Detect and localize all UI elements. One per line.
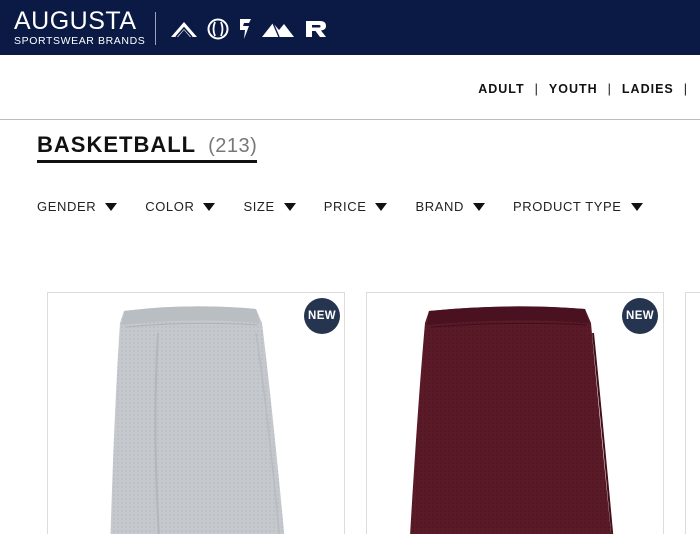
pennant-icon[interactable] [261,20,295,38]
filter-product-type[interactable]: PRODUCT TYPE [513,199,643,214]
logo-main-text: AUGUSTA [14,7,137,35]
holloway-icon[interactable] [207,18,229,40]
product-image[interactable] [48,293,345,534]
category-heading: BASKETBALL (213) [37,132,258,163]
filter-color[interactable]: COLOR [145,199,216,214]
caret-down-icon [375,202,388,211]
nav-separator: | [683,82,688,96]
caret-down-icon [105,202,118,211]
product-card[interactable] [685,292,700,534]
new-badge: NEW [622,298,658,334]
new-badge: NEW [304,298,340,334]
product-image[interactable] [367,293,664,534]
caret-down-icon [630,202,643,211]
augusta-logo[interactable]: AUGUSTA SPORTSWEAR BRANDS [14,8,145,48]
logo-sub-text: SPORTSWEAR BRANDS [14,35,146,47]
nav-separator: | [607,82,612,96]
filter-label: PRODUCT TYPE [513,199,622,214]
brand-icons [170,17,328,41]
filter-brand[interactable]: BRAND [415,199,485,214]
filter-price[interactable]: PRICE [324,199,388,214]
filter-label: COLOR [145,199,195,214]
product-card[interactable]: NEW [47,292,345,534]
filter-label: SIZE [243,199,275,214]
brand-bar: AUGUSTA SPORTSWEAR BRANDS [0,0,700,55]
caret-down-icon [203,202,216,211]
filter-label: PRICE [323,199,367,214]
caret-down-icon [283,202,296,211]
category-title: BASKETBALL [37,132,197,157]
filter-size[interactable]: SIZE [243,199,296,214]
nav-item-ladies[interactable]: LADIES [622,82,674,96]
logo-divider [155,12,156,45]
nav-item-adult[interactable]: ADULT [478,82,524,96]
russell-icon[interactable] [304,19,328,39]
product-count: (213) [208,135,258,157]
filter-bar: GENDER COLOR SIZE PRICE BRAND PRODUCT TY… [37,199,643,214]
nav-item-youth[interactable]: YOUTH [549,82,598,96]
alleson-icon[interactable] [170,20,198,38]
product-card[interactable]: NEW [366,292,664,534]
high-five-icon[interactable] [238,18,252,40]
caret-down-icon [473,202,485,211]
header-divider [0,119,700,120]
filter-label: BRAND [415,199,464,214]
filter-gender[interactable]: GENDER [37,199,118,214]
filter-label: GENDER [37,199,97,214]
nav-separator: | [534,82,539,96]
audience-nav: ADULT | YOUTH | LADIES | [478,81,698,97]
